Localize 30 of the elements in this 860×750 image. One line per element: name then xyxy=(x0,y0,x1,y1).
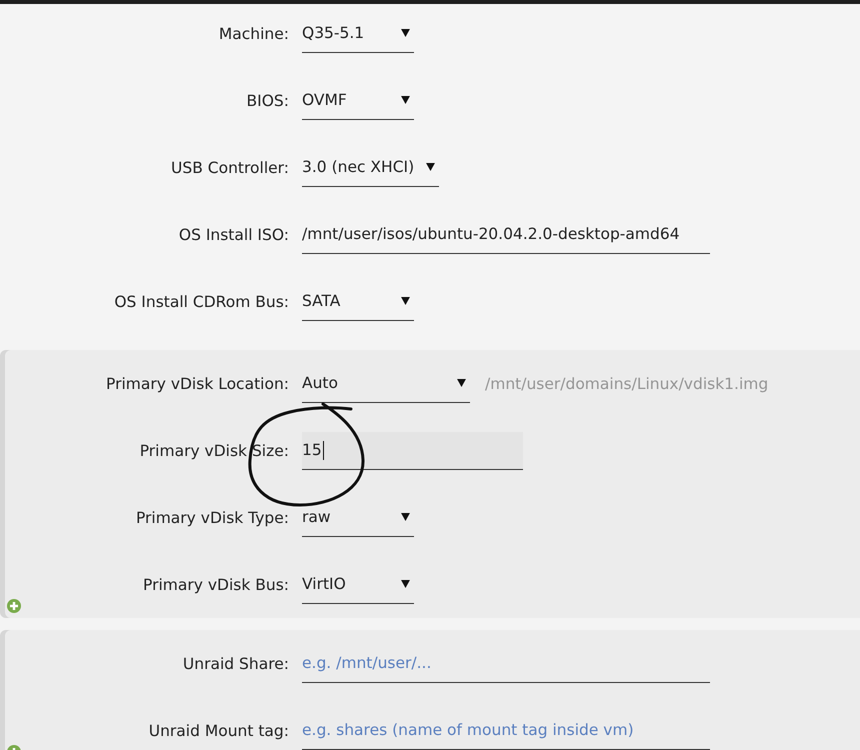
field-label: Primary vDisk Location: xyxy=(105,374,289,392)
text-cursor-icon xyxy=(322,440,324,460)
dropdown[interactable]: Auto xyxy=(302,364,470,402)
dropdown[interactable]: Q35-5.1 xyxy=(302,14,414,52)
dropdown[interactable]: 3.0 (nec XHCI) xyxy=(302,148,440,186)
field-label: OS Install ISO: xyxy=(178,226,289,244)
caret-icon xyxy=(401,513,410,521)
field-label: Unraid Mount tag: xyxy=(148,722,289,740)
field-label: Primary vDisk Bus: xyxy=(142,576,289,594)
field-label: Primary vDisk Size: xyxy=(138,442,289,460)
caret-icon xyxy=(426,163,436,171)
field-label: USB Controller: xyxy=(170,158,289,176)
caret-icon xyxy=(401,580,410,588)
text-field[interactable]: /mnt/user/isos/ubuntu-20.04.2.0-desktop-amd64 xyxy=(302,216,710,254)
field-label: Machine: xyxy=(218,24,289,42)
file-path-text: /mnt/user/domains/Linux/vdisk1.img xyxy=(485,374,768,392)
add-icon[interactable] xyxy=(7,599,21,613)
dropdown[interactable]: SATA xyxy=(302,282,414,320)
dropdown[interactable]: raw xyxy=(302,498,414,536)
caret-icon xyxy=(401,297,410,305)
field-label: OS Install CDRom Bus: xyxy=(113,292,289,310)
field-label: Primary vDisk Type: xyxy=(134,508,289,526)
caret-icon xyxy=(401,29,410,37)
dropdown[interactable]: VirtIO xyxy=(302,566,414,604)
caret-icon xyxy=(401,96,410,104)
field-label: BIOS: xyxy=(246,92,289,110)
field-label: Unraid Share: xyxy=(182,654,289,672)
text-field[interactable]: 15 xyxy=(302,432,523,470)
caret-icon xyxy=(457,379,466,387)
dropdown[interactable]: OVMF xyxy=(302,82,414,120)
